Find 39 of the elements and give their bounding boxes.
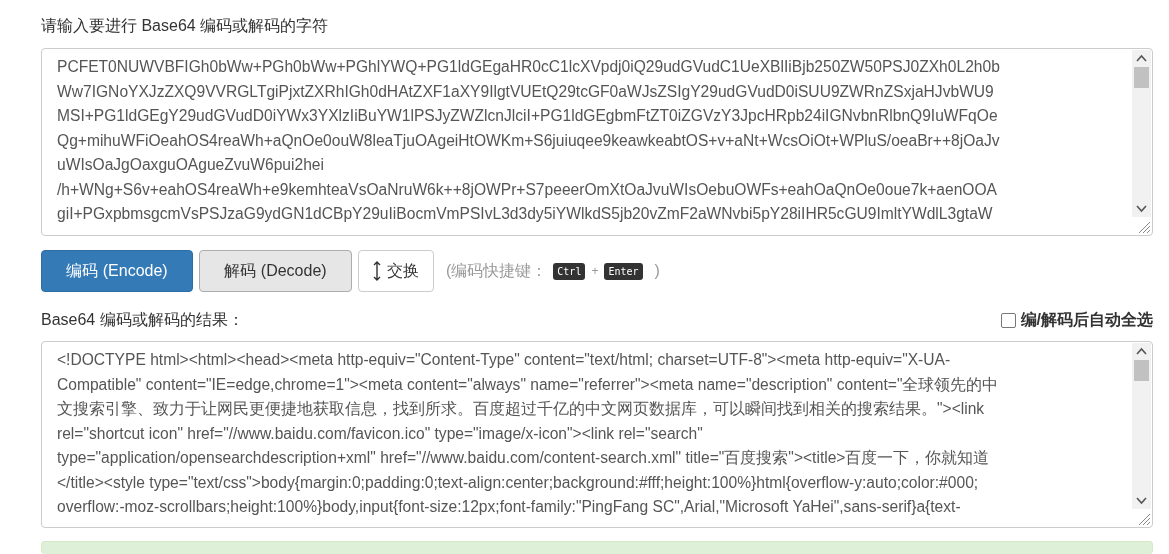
result-label: Base64 编码或解码的结果： [41, 310, 244, 330]
scrollbar-thumb[interactable] [1134, 67, 1149, 88]
decode-button[interactable]: 解码 (Decode) [199, 250, 352, 292]
text-area[interactable] [41, 341, 1153, 528]
text-line: Compatible" content="IE=edge,chrome=1"><meta content="always" name="referrer"><meta name="description" content="全球领先的中 [57, 374, 1000, 395]
text-line: Ww7IGNoYXJzZXQ9VVRGLTgiPjxtZXRhIGh0dHAtZXF1aXY9IlgtVUEtQ29tcGF0aWJsZSIgY29udGVudD0iSUU9ZWRnZSxjaHJvbWU9 [57, 81, 995, 102]
encode-button[interactable]: 编码 (Encode) [41, 250, 193, 292]
chevron-up-icon[interactable] [1136, 53, 1147, 64]
chevron-down-icon[interactable] [1136, 203, 1147, 214]
text-line: </title><style type="text/css">body{margin:0;padding:0;text-align:center;background:#fff;height:100%}html{overflow-y:auto;color:#000; [57, 472, 980, 493]
text-line: rel="shortcut icon" href="//www.baidu.com/favicon.ico" type="image/x-icon"><link rel="search" [57, 423, 704, 444]
checkbox-label[interactable]: 编/解码后自动全选 [1020, 310, 1153, 331]
text-line: Qg+mihuWFiOeahOS4reaWh+aQnOe0ouW8leaTjuOAgeiHtOWKm+S6juiuqee9keawkeabtOS+v+aNt+WcsOiOt+WPluS/oeaBr++8jOaJv [57, 130, 1001, 151]
text-line: overflow:-moz-scrollbars;height:100%}body,input{font-size:12px;font-family:"PingFang SC",Arial,"Microsoft YaHei",sans-serif}a{text- [57, 497, 962, 517]
input-label: 请输入要进行 Base64 编码或解码的字符 [41, 16, 330, 36]
text-line: 文搜索引擎、致力于让网民更便捷地获取信息，找到所求。百度超过千亿的中文网页数据库，可以瞬间找到相关的搜索结果。"><link [57, 399, 986, 419]
chevron-up-icon[interactable] [1136, 346, 1147, 357]
text-area[interactable] [41, 48, 1153, 236]
up-down-arrow-icon [373, 261, 381, 281]
shortcut-hint-end: ) [654, 262, 660, 280]
checkbox[interactable] [1000, 313, 1016, 328]
text-line: <!DOCTYPE html><html><head><meta http-equiv="Content-Type" content="text/html; charset=UTF-8"><meta http-equiv="X-UA- [57, 350, 952, 370]
resize-grip-icon[interactable] [1137, 220, 1151, 234]
plus-sign: + [591, 264, 599, 278]
resize-grip-icon[interactable] [1137, 512, 1151, 526]
text-line: giI+PGxpbmsgcmVsPSJzaG9ydGN1dCBpY29uIiBocmVmPSIvL3d3dy5iYWlkdS5jb20vZmF2aWNvbi5pY28iIHR5cGU9ImltYWdlL3gtaW [57, 204, 994, 224]
chevron-down-icon[interactable] [1136, 495, 1147, 506]
text-line: MSI+PG1ldGEgY29udGVudD0iYWx3YXlzIiBuYW1lPSJyZWZlcnJlciI+PG1ldGEgbmFtZT0iZGVzY3JpcHRpb24iIGNvbnRlbnQ9IuWFqOe [57, 106, 999, 126]
key-label: Enter [604, 262, 643, 280]
swap-button[interactable]: 交换 [358, 250, 434, 292]
scrollbar-thumb[interactable] [1134, 360, 1149, 381]
key-label: Ctrl [553, 262, 586, 280]
text-line: /h+WNg+S6v+eahOS4reaWh+e9kemhteaVsOaNruW6k++8jOWPr+S7peeerOmXtOaJvuWIsOebuOWFs+eahOaQnOe0oue7k+aenOOA [57, 179, 998, 200]
shortcut-hint: (编码快捷键： [446, 260, 548, 281]
scrollbar[interactable] [1132, 343, 1151, 509]
text-line: PCFET0NUWVBFIGh0bWw+PGh0bWw+PGhlYWQ+PG1ldGEgaHR0cC1lcXVpdj0iQ29udGVudC1UeXBlIiBjb250ZW50PSJ0ZXh0L2h0b [57, 57, 1001, 77]
text-line: type="application/opensearchdescription+xml" href="//www.baidu.com/content-search.xml" title="百度搜索"><title>百度一下，你就知道 [57, 448, 991, 468]
text-line: uWIsOaJgOaxguOAgueZvuW6pui2hei [57, 155, 325, 175]
scrollbar[interactable] [1132, 50, 1151, 217]
